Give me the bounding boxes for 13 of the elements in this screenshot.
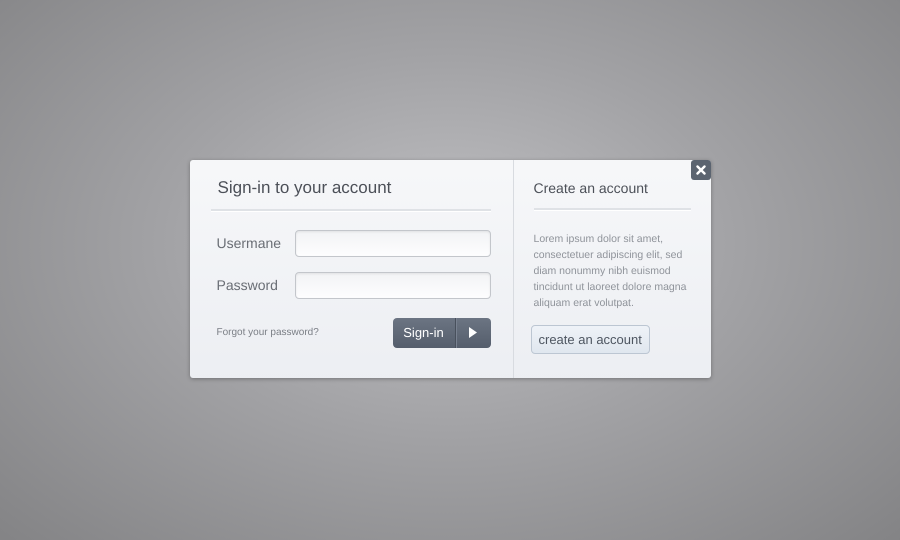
close-icon [696, 164, 706, 174]
description-text: Lorem ipsum dolor sit amet, consectetuer adipiscing elit, sed diam nonummy nibh euismod tincidunt ut laoreet dolore magna aliquam erat volutpat. [534, 232, 688, 310]
signin-title: Sign-in to your account [216, 178, 392, 198]
create-title: Create an account [534, 180, 649, 198]
close-button[interactable] [690, 160, 710, 180]
play-icon [468, 327, 476, 338]
signin-button[interactable]: Sign-in [392, 318, 490, 348]
input-field[interactable] [294, 230, 490, 256]
input-field[interactable] [294, 272, 490, 298]
field-label: Usermane [216, 235, 282, 251]
field-label: Password [216, 277, 279, 293]
forgot-password-link[interactable]: Forgot your password? [216, 327, 319, 338]
create-account-button[interactable]: create an account [530, 324, 650, 354]
